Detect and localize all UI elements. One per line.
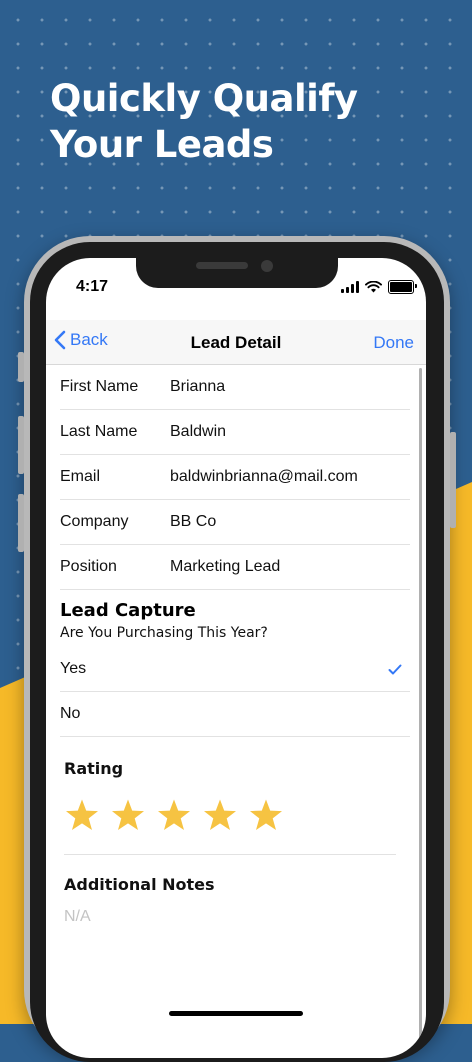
field-label: Last Name bbox=[60, 423, 138, 440]
field-row-last-name[interactable]: Last Name Baldwin bbox=[60, 410, 410, 455]
checkmark-icon bbox=[388, 664, 402, 674]
notes-input[interactable] bbox=[64, 908, 364, 926]
option-label: No bbox=[60, 705, 81, 722]
lead-capture-title: Lead Capture bbox=[60, 600, 196, 621]
phone-screen: 4:17 Back Lead Detail Done First Name Br… bbox=[46, 258, 426, 1058]
purchase-question: Are You Purchasing This Year? bbox=[60, 625, 268, 641]
signal-icon bbox=[341, 281, 359, 293]
field-value[interactable]: Brianna bbox=[170, 378, 410, 396]
notch bbox=[136, 258, 338, 288]
notes-label: Additional Notes bbox=[64, 875, 215, 894]
rating-label: Rating bbox=[64, 759, 124, 778]
field-row-position[interactable]: Position Marketing Lead bbox=[60, 545, 410, 590]
field-row-first-name[interactable]: First Name Brianna bbox=[60, 365, 410, 410]
mute-switch bbox=[18, 352, 24, 382]
field-value[interactable]: BB Co bbox=[170, 513, 410, 531]
lead-detail-form: First Name Brianna Last Name Baldwin Ema… bbox=[60, 365, 410, 926]
star-icon[interactable] bbox=[202, 798, 238, 832]
star-icon[interactable] bbox=[64, 798, 100, 832]
headline: Quickly Qualify Your Leads bbox=[50, 76, 358, 168]
field-row-email[interactable]: Email baldwinbrianna@mail.com bbox=[60, 455, 410, 500]
speaker bbox=[196, 262, 248, 269]
divider bbox=[64, 854, 396, 855]
volume-up-button bbox=[18, 416, 24, 474]
scrollbar[interactable] bbox=[419, 368, 422, 1058]
home-indicator[interactable] bbox=[169, 1011, 303, 1016]
field-label: Position bbox=[60, 558, 117, 575]
headline-line-1: Quickly Qualify bbox=[50, 77, 358, 120]
field-label: Email bbox=[60, 468, 101, 485]
option-label: Yes bbox=[60, 660, 87, 677]
star-icon[interactable] bbox=[248, 798, 284, 832]
star-rating[interactable] bbox=[64, 798, 410, 832]
field-label: First Name bbox=[60, 378, 139, 395]
field-value[interactable]: baldwinbrianna@mail.com bbox=[170, 468, 410, 486]
field-value[interactable]: Marketing Lead bbox=[170, 558, 410, 576]
star-icon[interactable] bbox=[156, 798, 192, 832]
nav-title: Lead Detail bbox=[190, 333, 282, 352]
battery-icon bbox=[388, 280, 417, 294]
wifi-icon bbox=[365, 281, 382, 293]
field-value[interactable]: Baldwin bbox=[170, 423, 410, 441]
navigation-bar: Back Lead Detail Done bbox=[46, 320, 426, 365]
volume-down-button bbox=[18, 494, 24, 552]
front-camera bbox=[261, 260, 273, 272]
status-time: 4:17 bbox=[76, 278, 109, 295]
headline-line-2: Your Leads bbox=[50, 123, 274, 166]
side-button bbox=[450, 432, 456, 528]
field-row-company[interactable]: Company BB Co bbox=[60, 500, 410, 545]
star-icon[interactable] bbox=[110, 798, 146, 832]
status-icons bbox=[341, 280, 417, 294]
field-label: Company bbox=[60, 513, 129, 530]
option-yes[interactable]: Yes bbox=[60, 647, 410, 692]
option-no[interactable]: No bbox=[60, 692, 410, 737]
done-button[interactable]: Done bbox=[373, 333, 414, 353]
